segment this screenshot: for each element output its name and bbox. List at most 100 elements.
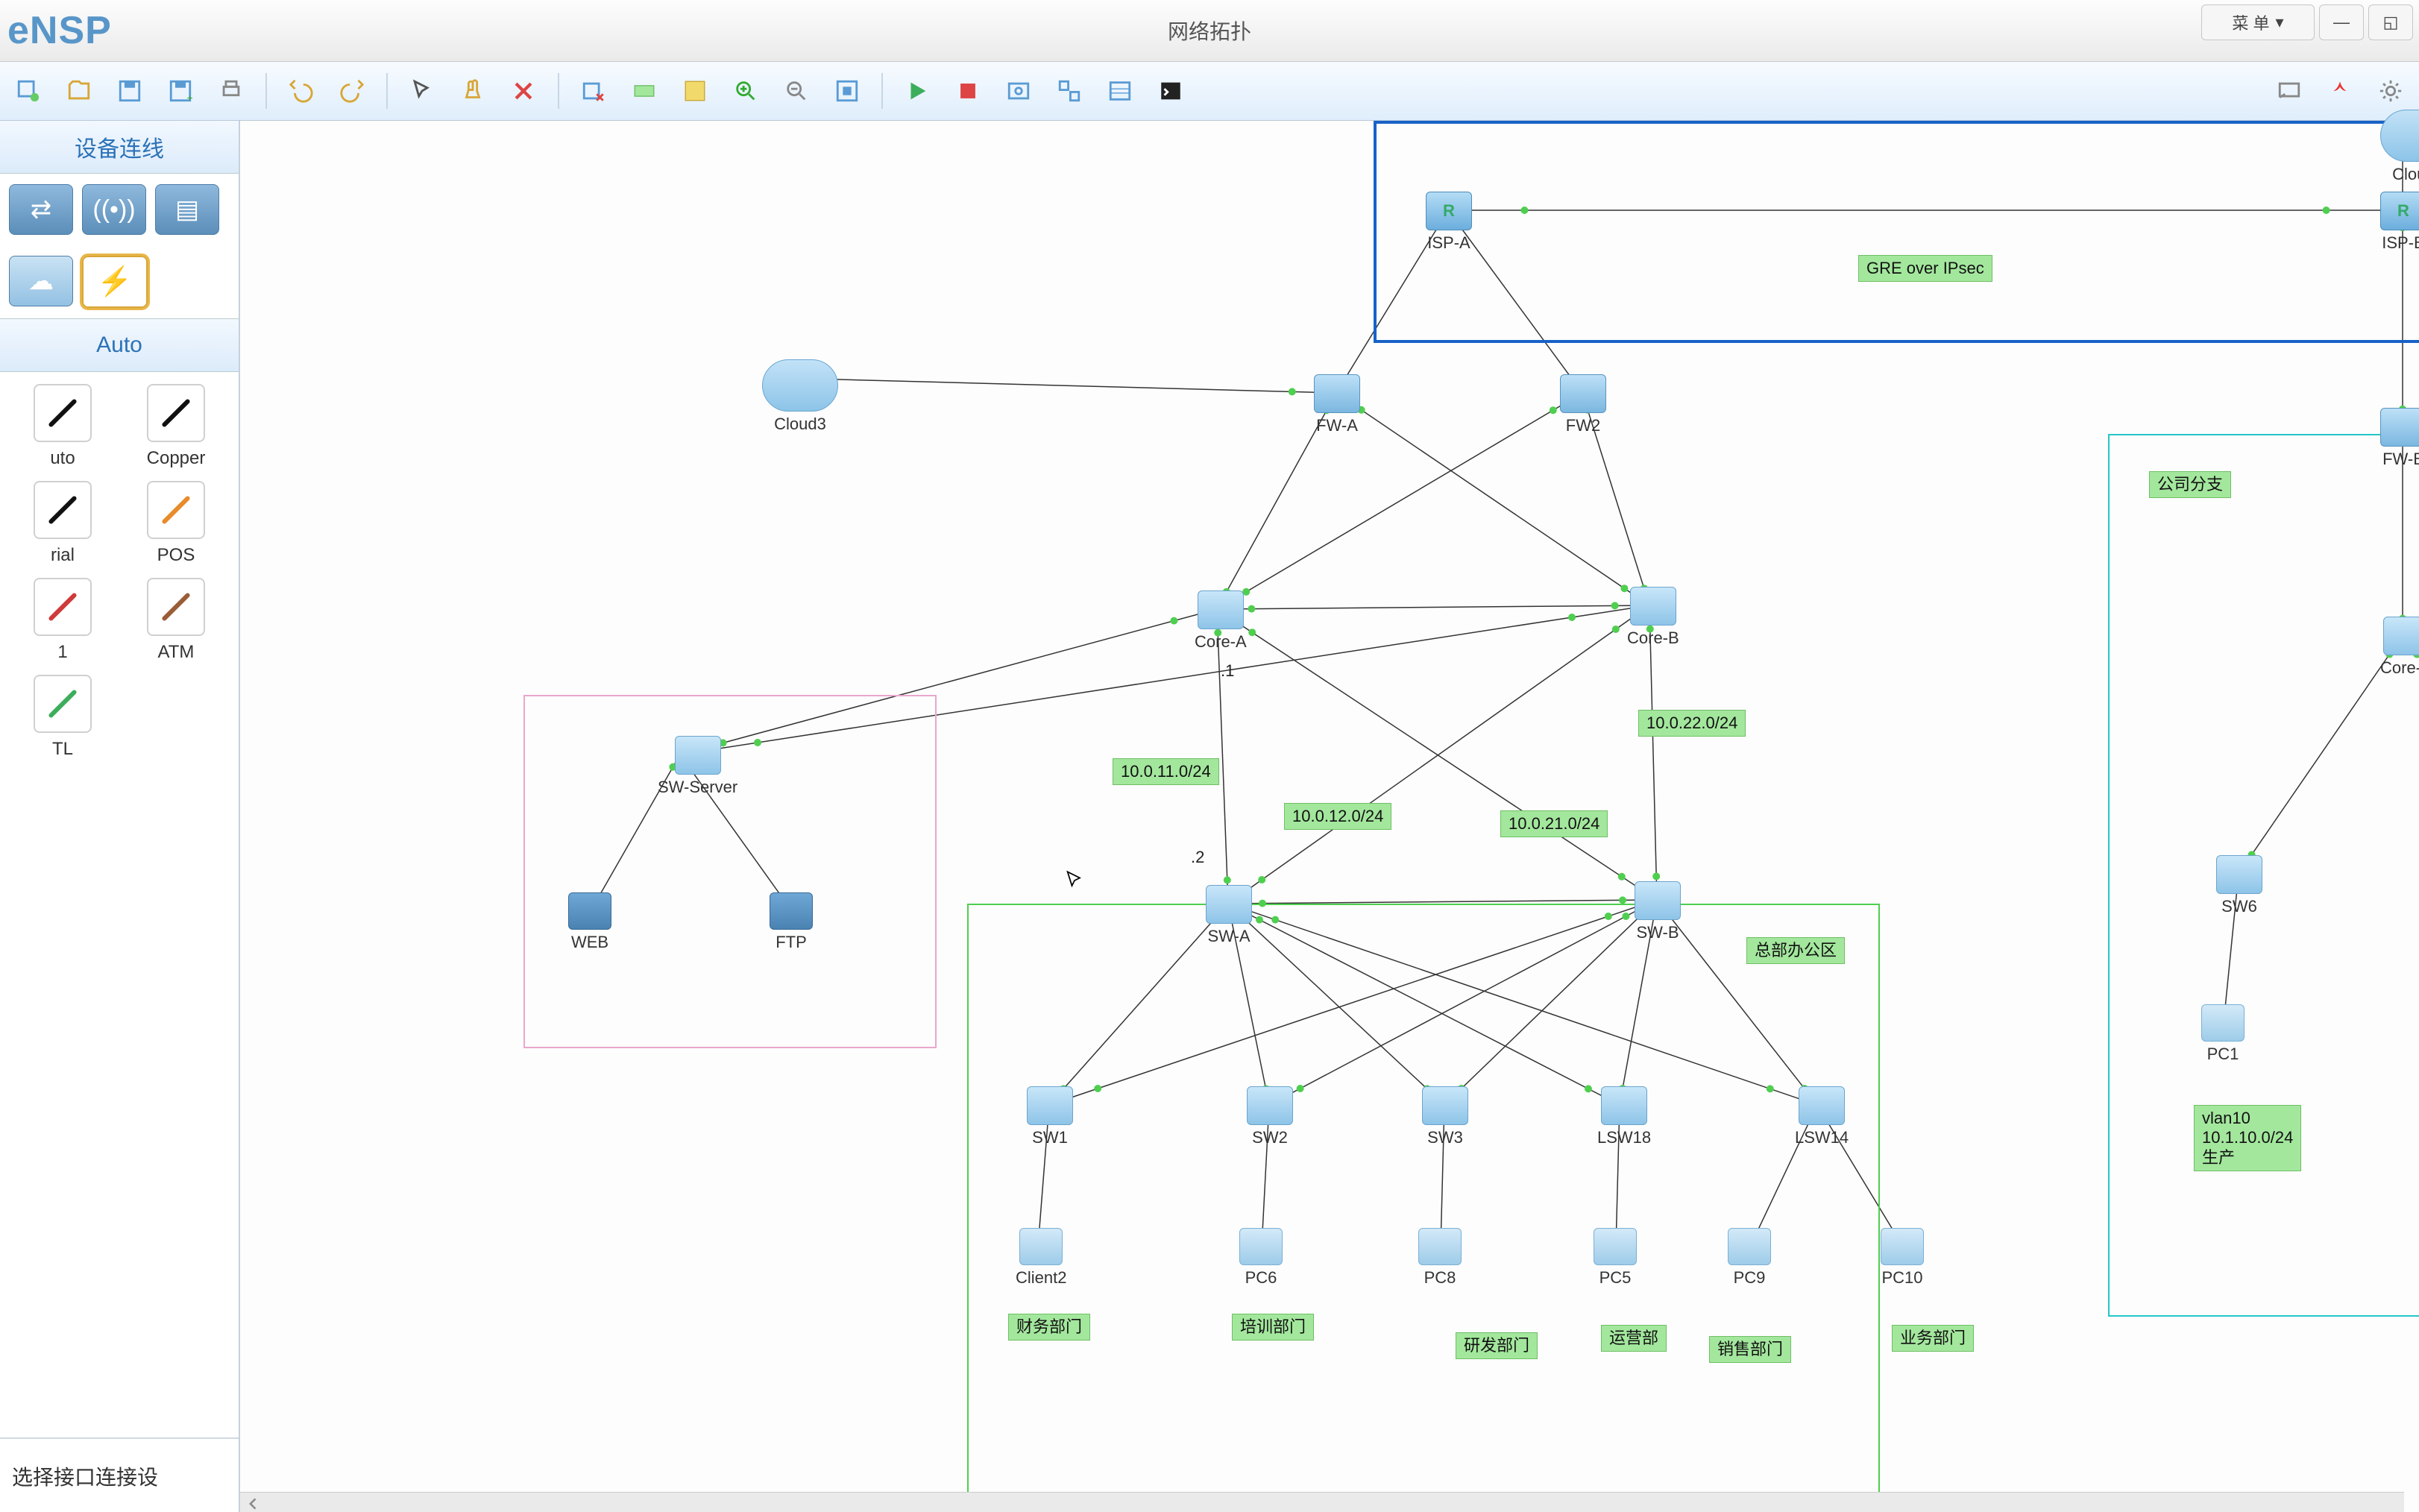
connection-type-atm[interactable]: ATM — [125, 578, 227, 663]
huawei-logo-icon[interactable] — [2321, 72, 2359, 110]
menu-button[interactable]: 菜 单▾ — [2201, 4, 2315, 40]
connection-type-uto[interactable]: uto — [12, 384, 113, 469]
link[interactable] — [1657, 900, 1817, 1105]
restore-button[interactable]: ◱ — [2368, 4, 2413, 40]
link[interactable] — [1228, 904, 1817, 1105]
scroll-left-icon[interactable] — [245, 1496, 262, 1511]
link[interactable] — [1228, 900, 1657, 904]
zoom-out-icon[interactable] — [777, 72, 816, 110]
list-icon[interactable] — [1101, 72, 1139, 110]
pointer-icon[interactable] — [403, 72, 441, 110]
link[interactable] — [1217, 605, 1649, 609]
settings-icon[interactable] — [2371, 72, 2410, 110]
text-box-icon[interactable] — [625, 72, 664, 110]
remove-config-icon[interactable] — [574, 72, 613, 110]
annotation-tag[interactable]: GRE over IPsec — [1858, 255, 1992, 282]
fw-icon[interactable] — [1560, 374, 1606, 413]
srv-icon[interactable] — [770, 892, 813, 930]
link[interactable] — [1336, 210, 1448, 393]
connection-type-copper[interactable]: Copper — [125, 384, 227, 469]
sw-icon[interactable] — [1422, 1086, 1468, 1125]
fw-icon[interactable] — [1314, 374, 1360, 413]
pc-icon[interactable] — [1418, 1228, 1462, 1265]
link[interactable] — [1582, 393, 1649, 605]
pc-icon[interactable] — [1019, 1228, 1063, 1265]
annotation-tag[interactable]: 研发部门 — [1456, 1332, 1538, 1359]
firewall-category-icon[interactable]: ▤ — [155, 184, 219, 235]
sw-icon[interactable] — [1630, 587, 1676, 626]
undo-icon[interactable] — [282, 72, 321, 110]
pc-icon[interactable] — [2201, 1004, 2245, 1042]
annotation-tag[interactable]: 10.0.12.0/24 — [1284, 803, 1391, 830]
srv-icon[interactable] — [568, 892, 611, 930]
link[interactable] — [1649, 605, 1657, 900]
redo-icon[interactable] — [333, 72, 371, 110]
link[interactable] — [680, 755, 792, 911]
palette-icon[interactable] — [676, 72, 714, 110]
link[interactable] — [1750, 1105, 1817, 1247]
link[interactable] — [680, 605, 1649, 755]
annotation-tag[interactable]: 销售部门 — [1709, 1336, 1791, 1363]
connection-type-rial[interactable]: rial — [12, 481, 113, 566]
sw-icon[interactable] — [1198, 590, 1244, 629]
link[interactable] — [1228, 605, 1649, 904]
minimize-button[interactable]: — — [2319, 4, 2364, 40]
link[interactable] — [591, 755, 680, 911]
sw-icon[interactable] — [2383, 617, 2419, 655]
sw-icon[interactable] — [675, 736, 721, 775]
topology-canvas[interactable]: Cloud2ISP-AISP-BCloud3FW-AFW2FW-BCore-AC… — [240, 121, 2419, 1512]
link[interactable] — [1228, 904, 1444, 1105]
save-icon[interactable] — [110, 72, 149, 110]
annotation-tag[interactable]: 总部办公区 — [1746, 937, 1845, 964]
new-topo-icon[interactable] — [9, 72, 48, 110]
fw-icon[interactable] — [2380, 408, 2419, 447]
router-icon[interactable] — [2380, 192, 2419, 230]
router-category-icon[interactable]: ⇄ — [9, 184, 73, 235]
sw-icon[interactable] — [1601, 1086, 1647, 1125]
link[interactable] — [1448, 210, 1582, 393]
open-icon[interactable] — [60, 72, 98, 110]
connection-type-tl[interactable]: TL — [12, 675, 113, 760]
sw-icon[interactable] — [1799, 1086, 1845, 1125]
annotation-tag[interactable]: 公司分支 — [2149, 471, 2231, 498]
pc-icon[interactable] — [1594, 1228, 1637, 1265]
link[interactable] — [2403, 635, 2419, 874]
cloud-category-icon[interactable]: ☁ — [9, 256, 73, 306]
pc-icon[interactable] — [1728, 1228, 1771, 1265]
devices-icon[interactable] — [1050, 72, 1089, 110]
annotation-tag[interactable]: 10.0.11.0/24 — [1113, 758, 1219, 785]
sw-icon[interactable] — [2216, 855, 2262, 894]
link[interactable] — [1262, 1105, 1269, 1247]
hand-icon[interactable] — [453, 72, 492, 110]
link[interactable] — [2224, 874, 2239, 1023]
cloud-icon[interactable] — [762, 359, 838, 412]
sw-icon[interactable] — [1635, 881, 1681, 920]
message-icon[interactable] — [2270, 72, 2309, 110]
link[interactable] — [1228, 904, 1269, 1105]
stop-icon[interactable] — [949, 72, 987, 110]
router-icon[interactable] — [1426, 192, 1472, 230]
link[interactable] — [2239, 635, 2403, 874]
fit-view-icon[interactable] — [828, 72, 866, 110]
link[interactable] — [1038, 1105, 1049, 1247]
connection-category-icon[interactable]: ⚡ — [82, 256, 148, 308]
annotation-tag[interactable]: 10.0.22.0/24 — [1638, 710, 1746, 737]
link[interactable] — [1217, 393, 1336, 609]
link[interactable] — [1217, 609, 1657, 900]
zoom-in-icon[interactable] — [726, 72, 765, 110]
capture-icon[interactable] — [999, 72, 1038, 110]
connection-type-pos[interactable]: POS — [125, 481, 227, 566]
annotation-tag[interactable]: 10.0.21.0/24 — [1500, 810, 1608, 837]
link[interactable] — [1616, 1105, 1620, 1247]
print-icon[interactable] — [212, 72, 251, 110]
sw-icon[interactable] — [1027, 1086, 1073, 1125]
link[interactable] — [1228, 904, 1620, 1105]
link[interactable] — [680, 609, 1217, 755]
link[interactable] — [1269, 900, 1657, 1105]
wireless-category-icon[interactable]: ((•)) — [82, 184, 146, 235]
link[interactable] — [1336, 393, 1649, 605]
annotation-tag[interactable]: 财务部门 — [1008, 1314, 1090, 1341]
link[interactable] — [1217, 609, 1228, 904]
link[interactable] — [1217, 393, 1582, 609]
pc-icon[interactable] — [1239, 1228, 1283, 1265]
